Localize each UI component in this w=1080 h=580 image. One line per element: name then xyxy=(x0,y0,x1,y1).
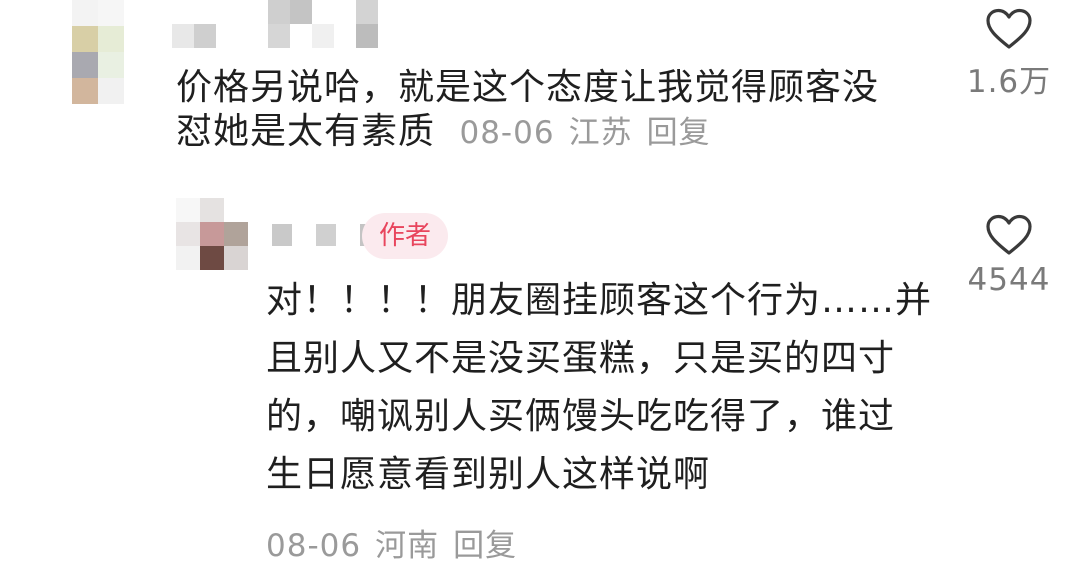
comment-meta: 08-06 江苏 回复 xyxy=(459,115,724,151)
comment-text-line-2: 怼她是太有素质 xyxy=(176,111,436,152)
reply-date: 08-06 xyxy=(266,528,362,564)
heart-outline-icon xyxy=(986,214,1032,255)
reply-text-line: 的，嘲讽别人买俩馒头吃吃得了，谁过 xyxy=(266,396,896,437)
reply-meta: 08-06 河南 回复 xyxy=(266,520,531,565)
username[interactable] xyxy=(172,0,400,48)
reply-text-line: 生日愿意看到别人这样说啊 xyxy=(266,454,711,495)
reply-button[interactable]: 回复 xyxy=(647,115,711,151)
comment-date: 08-06 xyxy=(459,115,555,151)
like-button[interactable]: 1.6万 xyxy=(964,8,1054,101)
comment-text: 价格另说哈，就是这个态度让我觉得顾客没 怼她是太有素质 08-06 江苏 回复 xyxy=(176,66,956,155)
like-count: 4544 xyxy=(967,262,1051,298)
comment-text-line: 怼她是太有素质 08-06 江苏 回复 xyxy=(176,110,956,155)
like-button[interactable]: 4544 xyxy=(964,214,1054,298)
comment-thread: 价格另说哈，就是这个态度让我觉得顾客没 怼她是太有素质 08-06 江苏 回复 1.… xyxy=(0,0,1080,580)
reply-button[interactable]: 回复 xyxy=(453,528,517,564)
comment-location: 江苏 xyxy=(568,115,633,151)
reply-text-line: 对！！！！朋友圈挂顾客这个行为……并 xyxy=(266,280,933,321)
author-badge: 作者 xyxy=(362,213,448,259)
reply-text: 对！！！！朋友圈挂顾客这个行为……并 且别人又不是没买蛋糕，只是买的四寸 的，嘲… xyxy=(266,272,956,504)
like-count: 1.6万 xyxy=(966,64,1052,100)
reply-location: 河南 xyxy=(375,528,440,564)
comment-text-line: 价格另说哈，就是这个态度让我觉得顾客没 xyxy=(176,67,880,108)
reply-text-line: 且别人又不是没买蛋糕，只是买的四寸 xyxy=(266,338,896,379)
heart-outline-icon xyxy=(986,8,1032,49)
avatar[interactable] xyxy=(72,0,124,104)
avatar[interactable] xyxy=(176,198,248,270)
